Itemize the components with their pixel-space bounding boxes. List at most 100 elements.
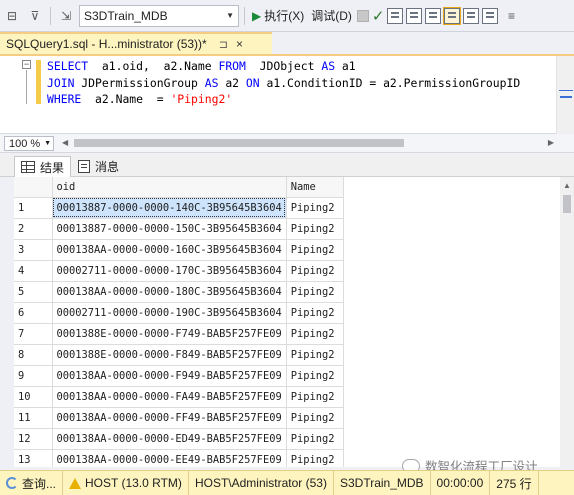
results-grid[interactable]: oid Name 1 00013887-0000-0000-140C-3B9564… <box>14 177 574 467</box>
table-row[interactable]: 4 00002711-0000-0000-170C-3B95645B3604 Pip… <box>14 260 344 282</box>
cell-oid[interactable]: 000138AA-0000-0000-FF49-BAB5F257FE09 <box>52 407 287 429</box>
cell-name[interactable]: Piping2 <box>286 197 344 219</box>
cell-name[interactable]: Piping2 <box>286 302 344 324</box>
cell-oid[interactable]: 0001388E-0000-0000-F849-BAB5F257FE09 <box>52 344 287 366</box>
collapse-icon[interactable]: − <box>22 60 31 69</box>
row-number-header[interactable] <box>14 177 53 198</box>
cell-name[interactable]: Piping2 <box>286 365 344 387</box>
keyword: SELECT <box>47 59 89 73</box>
table-row[interactable]: 7 0001388E-0000-0000-F749-BAB5F257FE09 Pip… <box>14 323 344 345</box>
cell-oid[interactable]: 00002711-0000-0000-170C-3B95645B3604 <box>52 260 287 282</box>
results-vertical-scrollbar[interactable]: ▲ <box>560 177 574 467</box>
comment-icon[interactable]: ≡ <box>501 5 521 27</box>
cell-oid[interactable]: 00013887-0000-0000-150C-3B95645B3604 <box>52 218 287 240</box>
query-editor[interactable]: − SELECT a1.oid, a2.Name FROM JDObject A… <box>0 56 574 134</box>
row-number[interactable]: 7 <box>14 323 53 345</box>
scroll-marker <box>559 90 573 91</box>
cell-name[interactable]: Piping2 <box>286 449 344 467</box>
code-text: JDObject <box>245 59 322 73</box>
tab-messages-label: 消息 <box>95 160 120 174</box>
row-number[interactable]: 6 <box>14 302 53 324</box>
filter-icon[interactable]: ⊽ <box>25 5 45 27</box>
zoom-row: 100 % ▼ ◀ ▶ <box>0 134 574 153</box>
scroll-left-icon[interactable]: ◀ <box>62 138 68 147</box>
database-status: S3DTrain_MDB <box>334 470 431 495</box>
cell-name[interactable]: Piping2 <box>286 239 344 261</box>
cell-oid[interactable]: 000138AA-0000-0000-FA49-BAB5F257FE09 <box>52 386 287 408</box>
zoom-dropdown[interactable]: 100 % ▼ <box>4 136 54 151</box>
query-options-icon[interactable] <box>406 7 423 24</box>
stop-icon[interactable] <box>356 9 369 22</box>
code-text: JDPermissionGroup <box>74 75 205 90</box>
table-row[interactable]: 12 000138AA-0000-0000-ED49-BAB5F257FE09 Pi… <box>14 428 344 450</box>
table-row[interactable]: 8 0001388E-0000-0000-F849-BAB5F257FE09 Pip… <box>14 344 344 366</box>
table-row[interactable]: 13 000138AA-0000-0000-EE49-BAB5F257FE09 Pi… <box>14 449 344 467</box>
toolbar: ⊟ ⊽ ⇲ S3DTrain_MDB ▼ ▶ 执行(X) 调试(D) ✓ ≡ <box>0 0 574 32</box>
cell-oid[interactable]: 000138AA-0000-0000-F949-BAB5F257FE09 <box>52 365 287 387</box>
debug-button[interactable]: 调试(D) <box>309 5 354 27</box>
table-row[interactable]: 1 00013887-0000-0000-140C-3B95645B3604 Pip… <box>14 197 344 219</box>
row-number[interactable]: 2 <box>14 218 53 240</box>
row-number[interactable]: 8 <box>14 344 53 366</box>
row-number[interactable]: 4 <box>14 260 53 282</box>
database-icon[interactable]: ⊟ <box>2 5 22 27</box>
scroll-up-icon[interactable]: ▲ <box>563 181 571 190</box>
cell-oid[interactable]: 0001388E-0000-0000-F749-BAB5F257FE09 <box>52 323 287 345</box>
string-literal: 'Piping2' <box>170 92 233 106</box>
results-to-grid-icon[interactable] <box>443 6 462 25</box>
row-number[interactable]: 13 <box>14 449 53 467</box>
cell-name[interactable]: Piping2 <box>286 323 344 345</box>
cell-oid[interactable]: 000138AA-0000-0000-180C-3B95645B3604 <box>52 281 287 303</box>
column-header-oid[interactable]: oid <box>52 177 287 198</box>
cell-name[interactable]: Piping2 <box>286 386 344 408</box>
table-row[interactable]: 5 000138AA-0000-0000-180C-3B95645B3604 Pip… <box>14 281 344 303</box>
cell-oid[interactable]: 00013887-0000-0000-140C-3B95645B3604 <box>52 197 287 219</box>
cell-oid[interactable]: 00002711-0000-0000-190C-3B95645B3604 <box>52 302 287 324</box>
cell-oid[interactable]: 000138AA-0000-0000-ED49-BAB5F257FE09 <box>52 428 287 450</box>
editor-scrollbar[interactable] <box>556 56 574 134</box>
editor-horizontal-scrollbar[interactable]: ◀ ▶ <box>62 138 554 148</box>
cell-oid[interactable]: 000138AA-0000-0000-160C-3B95645B3604 <box>52 239 287 261</box>
pin-icon[interactable]: ⇲ <box>56 5 76 27</box>
table-row[interactable]: 2 00013887-0000-0000-150C-3B95645B3604 Pip… <box>14 218 344 240</box>
check-icon[interactable]: ✓ <box>372 7 385 25</box>
row-number[interactable]: 11 <box>14 407 53 429</box>
row-number[interactable]: 5 <box>14 281 53 303</box>
intellisense-icon[interactable] <box>425 7 442 24</box>
caret-marker <box>560 96 572 98</box>
cell-name[interactable]: Piping2 <box>286 281 344 303</box>
execute-button[interactable]: ▶ 执行(X) <box>250 5 306 27</box>
database-dropdown[interactable]: S3DTrain_MDB ▼ <box>79 4 239 27</box>
elapsed-time: 00:00:00 <box>431 470 491 495</box>
cell-name[interactable]: Piping2 <box>286 218 344 240</box>
cell-oid[interactable]: 000138AA-0000-0000-EE49-BAB5F257FE09 <box>52 449 287 467</box>
keyword: WHERE <box>47 92 82 106</box>
table-row[interactable]: 3 000138AA-0000-0000-160C-3B95645B3604 Pip… <box>14 239 344 261</box>
row-number[interactable]: 3 <box>14 239 53 261</box>
cell-name[interactable]: Piping2 <box>286 344 344 366</box>
row-number[interactable]: 10 <box>14 386 53 408</box>
tab-messages[interactable]: 消息 <box>72 156 125 177</box>
cell-name[interactable]: Piping2 <box>286 428 344 450</box>
results-to-text-icon[interactable] <box>463 7 480 24</box>
cell-name[interactable]: Piping2 <box>286 407 344 429</box>
close-icon[interactable]: × <box>236 37 243 51</box>
cell-name[interactable]: Piping2 <box>286 260 344 282</box>
server-icon <box>69 477 82 489</box>
tab-results[interactable]: 结果 <box>14 156 72 177</box>
table-row[interactable]: 10 000138AA-0000-0000-FA49-BAB5F257FE09 Pi… <box>14 386 344 408</box>
row-number[interactable]: 1 <box>14 197 53 219</box>
scroll-thumb[interactable] <box>74 139 404 147</box>
scroll-right-icon[interactable]: ▶ <box>548 138 554 147</box>
row-number[interactable]: 12 <box>14 428 53 450</box>
table-row[interactable]: 11 000138AA-0000-0000-FF49-BAB5F257FE09 Pi… <box>14 407 344 429</box>
results-to-file-icon[interactable] <box>482 7 499 24</box>
column-header-name[interactable]: Name <box>286 177 344 198</box>
table-row[interactable]: 9 000138AA-0000-0000-F949-BAB5F257FE09 Pip… <box>14 365 344 387</box>
table-row[interactable]: 6 00002711-0000-0000-190C-3B95645B3604 Pip… <box>14 302 344 324</box>
display-plan-icon[interactable] <box>387 7 404 24</box>
scroll-thumb[interactable] <box>563 195 571 213</box>
pin-tab-icon[interactable]: ⊐ <box>219 38 228 51</box>
row-number[interactable]: 9 <box>14 365 53 387</box>
tab-sqlquery1[interactable]: SQLQuery1.sql - H...ministrator (53))* ⊐… <box>0 32 272 54</box>
